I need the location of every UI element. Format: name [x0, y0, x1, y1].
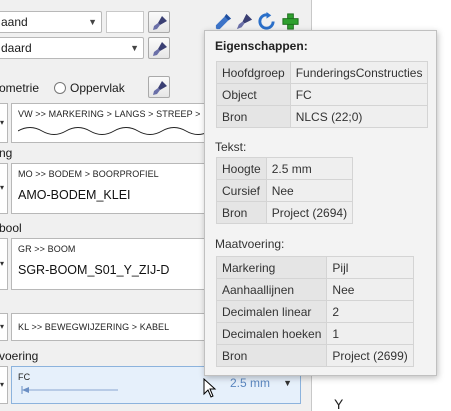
prop-value: Project (2694) [265, 201, 354, 224]
prop-value: 2.5 mm [265, 157, 354, 180]
kabel-card[interactable]: KL >> BEWEGWIJZERING > KABEL [11, 313, 207, 341]
table-row: Decimalen linear 2 [215, 300, 414, 323]
chevron-down-icon: ▼ [283, 378, 292, 388]
prop-key: Markering [215, 256, 328, 279]
row3-brush-button[interactable] [148, 76, 170, 98]
table-row: Cursief Nee [216, 179, 354, 202]
prop-value: 1 [326, 322, 414, 345]
table-row: Hoofdgroep FunderingsConstructies [216, 61, 429, 84]
prop-value: Project (2699) [326, 344, 414, 367]
row1-select[interactable]: aand ▼ [0, 11, 102, 33]
radio-geometrie-label: ometrie [0, 81, 40, 95]
prop-key: Bron [215, 344, 328, 367]
dimension-arrow-preview [21, 386, 118, 394]
brush-icon [153, 42, 167, 56]
row1-select-value: aand [1, 15, 28, 29]
popup-title: Eigenschappen: [215, 39, 308, 53]
table-row: Hoogte 2.5 mm [216, 157, 354, 180]
maatvoering-properties-table: Markering Pijl Aanhaallijnen Nee Decimal… [215, 256, 414, 367]
table-row: Object FC [216, 83, 429, 106]
prop-value: 2 [326, 300, 414, 323]
boom-left-button[interactable]: ▾ [0, 238, 8, 290]
prop-value: Nee [265, 179, 354, 202]
brush-icon [153, 16, 167, 30]
chevron-down-icon: ▾ [0, 259, 5, 268]
brush-icon[interactable] [235, 12, 254, 31]
add-icon[interactable] [281, 12, 300, 31]
maatvoering-section-label: Maatvoering: [215, 237, 285, 251]
boom-value: SGR-BOOM_S01_Y_ZIJ-D [18, 263, 170, 277]
table-row: Markering Pijl [215, 256, 414, 279]
boorprofiel-left-button[interactable]: ▾ [0, 163, 8, 214]
chevron-down-icon: ▾ [0, 118, 5, 127]
mouse-cursor-icon [203, 378, 217, 398]
tekst-section-label: Tekst: [215, 140, 247, 154]
dimension-path: FC [18, 372, 31, 382]
chevron-down-icon: ▼ [88, 17, 97, 27]
prop-key: Object [216, 83, 291, 106]
prop-key: Hoogte [216, 157, 267, 180]
boom-path: GR >> BOOM [18, 244, 76, 254]
prop-key: Bron [216, 201, 267, 224]
refresh-icon[interactable] [257, 12, 276, 31]
table-row: Decimalen hoeken 1 [215, 322, 414, 345]
row2-select[interactable]: daard ▼ [0, 37, 144, 59]
general-properties-table: Hoofdgroep FunderingsConstructies Object… [216, 61, 429, 128]
prop-value: Pijl [326, 256, 414, 279]
prop-key: Aanhaallijnen [215, 278, 328, 301]
prop-value: FunderingsConstructies [289, 61, 429, 84]
boorprofiel-value: AMO-BODEM_KLEI [18, 188, 131, 202]
table-row: Bron Project (2699) [215, 344, 414, 367]
section-label-ng: ng [0, 146, 13, 160]
radio-oppervlak[interactable] [54, 82, 66, 94]
prop-value: FC [289, 83, 429, 106]
row2-brush-button[interactable] [148, 37, 170, 59]
prop-value: Nee [326, 278, 414, 301]
chevron-down-icon: ▼ [130, 43, 139, 53]
boorprofiel-card[interactable]: MO >> BODEM > BOORPROFIEL AMO-BODEM_KLEI [11, 163, 207, 214]
table-row: Bron Project (2694) [216, 201, 354, 224]
chevron-down-icon: ▾ [0, 322, 5, 331]
wavy-line-preview [18, 127, 208, 135]
properties-tooltip: Eigenschappen: Hoofdgroep FunderingsCons… [204, 30, 437, 376]
brush-icon [153, 81, 167, 95]
radio-oppervlak-label: Oppervlak [70, 81, 125, 95]
dimension-value: 2.5 mm [229, 376, 270, 390]
prop-key: Cursief [216, 179, 267, 202]
boom-card[interactable]: GR >> BOOM SGR-BOOM_S01_Y_ZIJ-D [11, 238, 207, 290]
line-style-path: VW >> MARKERING > LANGS > STREEP > [18, 109, 201, 119]
tekst-properties-table: Hoogte 2.5 mm Cursief Nee Bron Project (… [216, 157, 354, 224]
section-label-bool: bool [0, 221, 22, 235]
prop-key: Decimalen hoeken [215, 322, 328, 345]
row1-blank-field[interactable] [106, 11, 144, 33]
line-style-left-button[interactable]: ▾ [0, 103, 8, 143]
kabel-left-button[interactable]: ▾ [0, 313, 8, 341]
kabel-path: KL >> BEWEGWIJZERING > KABEL [18, 322, 170, 332]
table-row: Aanhaallijnen Nee [215, 278, 414, 301]
boorprofiel-path: MO >> BODEM > BOORPROFIEL [18, 169, 159, 179]
section-label-voering: voering [0, 349, 39, 363]
table-row: Bron NLCS (22;0) [216, 105, 429, 128]
prop-key: Decimalen linear [215, 300, 328, 323]
pipette-icon[interactable] [214, 12, 233, 31]
prop-key: Bron [216, 105, 291, 128]
chevron-down-icon: ▾ [0, 183, 5, 192]
prop-key: Hoofdgroep [216, 61, 291, 84]
canvas-y-axis-label: Y [334, 396, 344, 411]
line-style-card[interactable]: VW >> MARKERING > LANGS > STREEP > [11, 103, 208, 143]
chevron-down-icon: ▾ [0, 380, 5, 389]
row1-brush-button[interactable] [148, 11, 170, 33]
row2-select-value: daard [1, 41, 32, 55]
dim-left-button[interactable]: ▾ [0, 366, 8, 404]
prop-value: NLCS (22;0) [289, 105, 429, 128]
